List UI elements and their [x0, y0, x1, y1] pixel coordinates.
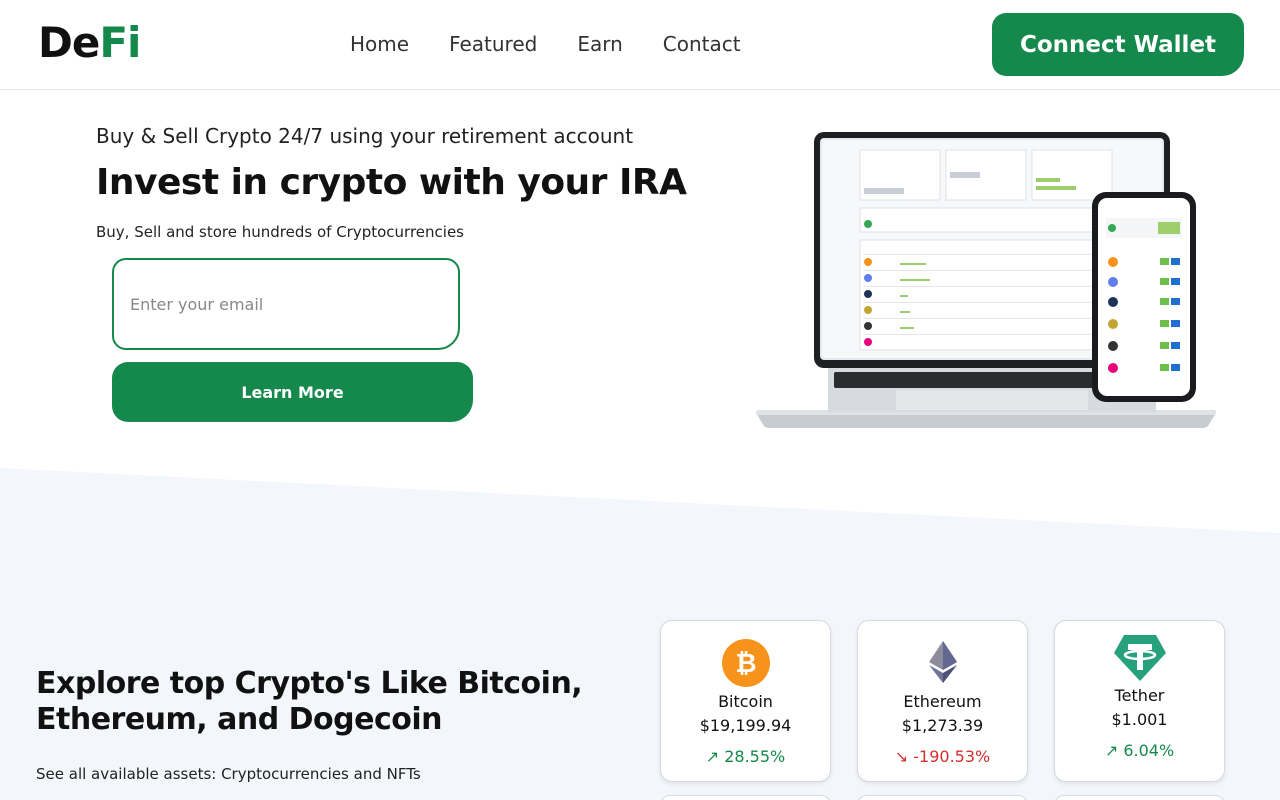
bitcoin-icon: ₿	[721, 639, 770, 687]
learn-more-button[interactable]: Learn More	[112, 362, 473, 422]
trend-up-icon: ↗	[705, 747, 720, 766]
coin-price: $1.001	[1111, 710, 1168, 729]
explore-subtitle: See all available assets: Cryptocurrenci…	[36, 765, 421, 783]
trend-down-icon: ↘	[894, 747, 909, 766]
trend-up-icon: ↗	[1104, 741, 1119, 760]
hero-title: Invest in crypto with your IRA	[96, 162, 687, 203]
tether-icon	[1113, 635, 1166, 681]
svg-text:₿: ₿	[735, 649, 756, 679]
site-header: DeFi Home Featured Earn Contact Connect …	[0, 0, 1280, 90]
coin-price: $1,273.39	[901, 716, 984, 735]
hero-subtitle: Buy, Sell and store hundreds of Cryptocu…	[96, 223, 464, 241]
coin-name: Tether	[1114, 686, 1165, 705]
nav-featured[interactable]: Featured	[449, 32, 537, 56]
main-nav: Home Featured Earn Contact	[350, 32, 741, 56]
hero-kicker: Buy & Sell Crypto 24/7 using your retire…	[96, 124, 634, 148]
coin-card-partial[interactable]	[857, 795, 1028, 800]
nav-earn[interactable]: Earn	[577, 32, 622, 56]
coin-price: $19,199.94	[699, 716, 792, 735]
coin-name: Ethereum	[903, 692, 982, 711]
connect-wallet-button[interactable]: Connect Wallet	[992, 13, 1244, 76]
ethereum-icon	[928, 641, 957, 683]
coin-card-partial[interactable]	[1054, 795, 1225, 800]
coin-card-partial[interactable]	[660, 795, 831, 800]
laptop-phone-mockup-image	[756, 132, 1216, 428]
coin-name: Bitcoin	[718, 692, 773, 711]
coin-change: ↗ 6.04%	[1104, 741, 1175, 760]
coin-card-bitcoin[interactable]: ₿ Bitcoin $19,199.94 ↗ 28.55%	[660, 620, 831, 782]
nav-home[interactable]: Home	[350, 32, 409, 56]
coin-card-tether[interactable]: Tether $1.001 ↗ 6.04%	[1054, 620, 1225, 782]
defi-logo[interactable]: DeFi	[38, 18, 141, 67]
coin-change: ↘ -190.53%	[894, 747, 991, 766]
explore-title: Explore top Crypto's Like Bitcoin, Ether…	[36, 666, 583, 737]
coin-change: ↗ 28.55%	[705, 747, 786, 766]
coin-card-ethereum[interactable]: Ethereum $1,273.39 ↘ -190.53%	[857, 620, 1028, 782]
nav-contact[interactable]: Contact	[663, 32, 741, 56]
email-input[interactable]	[112, 258, 460, 350]
